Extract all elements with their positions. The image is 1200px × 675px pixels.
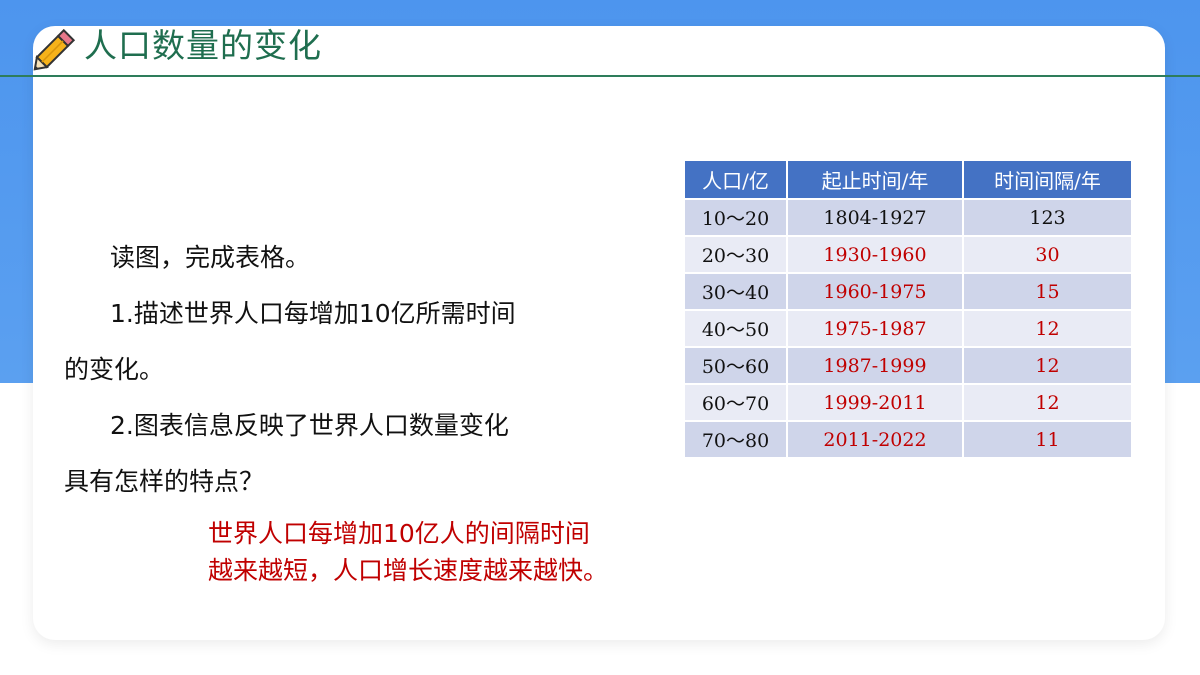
table-row: 40～50 1975-1987 12 (683, 309, 1133, 348)
title-divider (0, 75, 1200, 77)
answer-text: 世界人口每增加10亿人的间隔时间 越来越短，人口增长速度越来越快。 (208, 515, 728, 589)
answer-line-2: 越来越短，人口增长速度越来越快。 (208, 556, 609, 585)
table-row: 70～80 2011-2022 11 (683, 420, 1133, 459)
cell-population: 50～60 (683, 346, 788, 385)
cell-interval: 123 (962, 198, 1133, 237)
page-title: 人口数量的变化 (84, 26, 322, 65)
question-1-line-2: 的变化。 (64, 355, 165, 384)
cell-interval: 11 (962, 420, 1133, 459)
cell-period: 1930-1960 (786, 235, 964, 274)
pencil-icon (33, 28, 76, 71)
cell-population: 70～80 (683, 420, 788, 459)
cell-interval: 30 (962, 235, 1133, 274)
cell-period: 1975-1987 (786, 309, 964, 348)
header-period: 起止时间/年 (786, 159, 964, 200)
cell-population: 20～30 (683, 235, 788, 274)
table-row: 20～30 1930-1960 30 (683, 235, 1133, 274)
table-row: 10～20 1804-1927 123 (683, 198, 1133, 237)
cell-period: 1804-1927 (786, 198, 964, 237)
population-table: 人口/亿 起止时间/年 时间间隔/年 10～20 1804-1927 123 2… (683, 159, 1133, 459)
cell-population: 30～40 (683, 272, 788, 311)
table-row: 50～60 1987-1999 12 (683, 346, 1133, 385)
question-1-line-1: 1.描述世界人口每增加10亿所需时间 (110, 299, 516, 328)
question-text: 读图，完成表格。 1.描述世界人口每增加10亿所需时间 的变化。 2.图表信息反… (64, 230, 624, 510)
cell-population: 40～50 (683, 309, 788, 348)
cell-interval: 12 (962, 383, 1133, 422)
cell-interval: 12 (962, 346, 1133, 385)
cell-interval: 12 (962, 309, 1133, 348)
cell-period: 1987-1999 (786, 346, 964, 385)
cell-period: 1960-1975 (786, 272, 964, 311)
table-row: 60～70 1999-2011 12 (683, 383, 1133, 422)
question-2-line-1: 2.图表信息反映了世界人口数量变化 (110, 411, 509, 440)
table-header-row: 人口/亿 起止时间/年 时间间隔/年 (683, 159, 1133, 200)
cell-period: 2011-2022 (786, 420, 964, 459)
answer-line-1: 世界人口每增加10亿人的间隔时间 (208, 519, 590, 548)
question-intro: 读图，完成表格。 (110, 243, 311, 272)
table-row: 30～40 1960-1975 15 (683, 272, 1133, 311)
cell-population: 60～70 (683, 383, 788, 422)
cell-period: 1999-2011 (786, 383, 964, 422)
header-interval: 时间间隔/年 (962, 159, 1133, 200)
header-population: 人口/亿 (683, 159, 788, 200)
cell-interval: 15 (962, 272, 1133, 311)
question-2-line-2: 具有怎样的特点？ (64, 467, 265, 496)
cell-population: 10～20 (683, 198, 788, 237)
